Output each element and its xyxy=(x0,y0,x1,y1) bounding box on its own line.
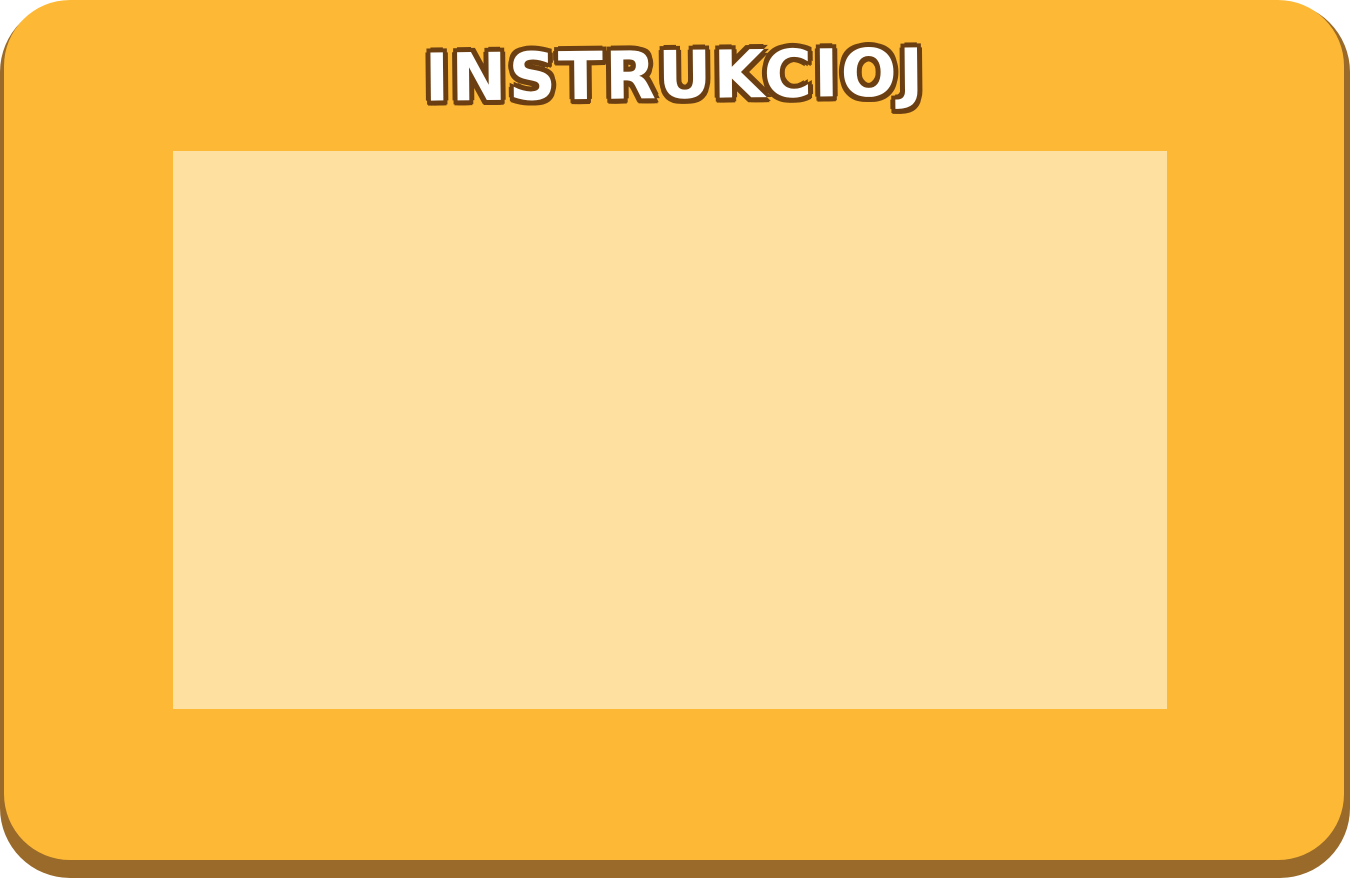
instructions-dialog: INSTRUKCIOJ xyxy=(0,0,1350,878)
dialog-title: INSTRUKCIOJ xyxy=(424,34,926,117)
instructions-content-area xyxy=(173,151,1167,709)
